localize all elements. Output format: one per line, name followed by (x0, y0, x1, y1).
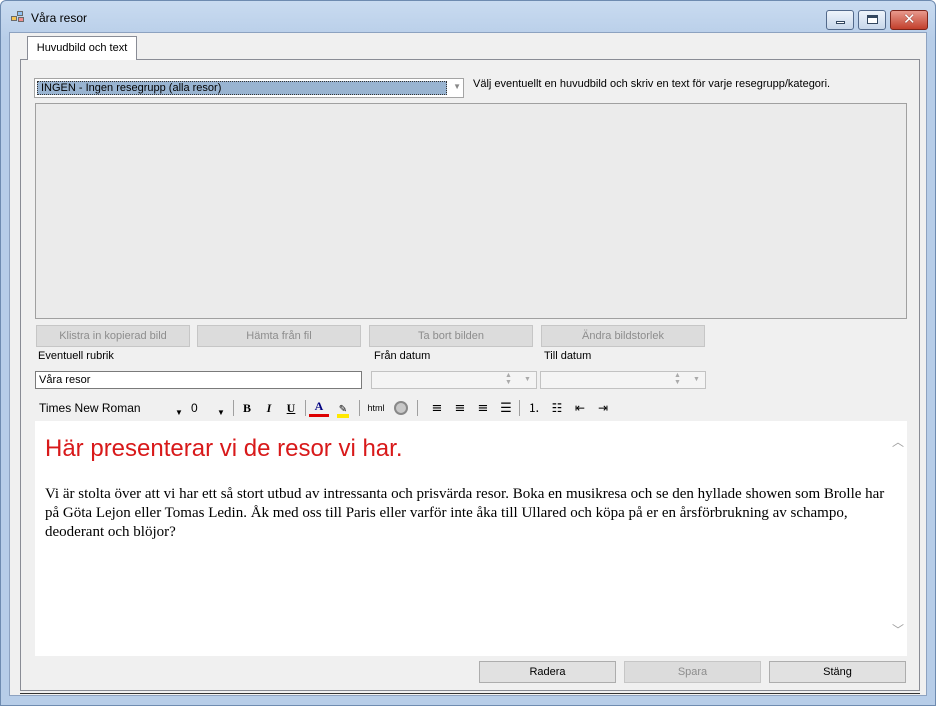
font-color-button[interactable]: A (309, 399, 329, 417)
maximize-icon (867, 15, 878, 24)
app-icon (11, 11, 25, 23)
to-date-label: Till datum (544, 350, 592, 362)
toolbar-separator (233, 400, 234, 416)
font-size-value: 0 (191, 401, 198, 415)
numbered-list-icon: ⒈ (527, 401, 540, 415)
justify-button[interactable]: ☰ (496, 399, 516, 417)
highlight-button[interactable]: ✎ (333, 399, 353, 418)
app-window: Våra resor ✕ Huvudbild och text INGEN - … (0, 0, 936, 706)
client-area: Huvudbild och text INGEN - Ingen resegru… (9, 32, 927, 696)
font-family-select[interactable]: Times New Roman ▼ (35, 398, 185, 418)
chevron-down-icon: ▼ (453, 82, 461, 91)
chevron-down-icon: ▼ (175, 408, 183, 417)
close-window-button[interactable]: ✕ (890, 10, 928, 30)
toolbar-separator (417, 400, 418, 416)
hint-text: Välj eventuellt en huvudbild och skriv e… (473, 78, 831, 90)
window-title: Våra resor (31, 11, 88, 25)
numbered-list-button[interactable]: ⒈ (524, 399, 544, 417)
font-size-select[interactable]: 0 ▼ (187, 398, 229, 418)
remove-image-button[interactable]: Ta bort bilden (369, 325, 533, 347)
outdent-button[interactable]: ⇤ (570, 399, 590, 417)
align-center-button[interactable]: ≡ (450, 399, 470, 417)
align-left-icon: ≡ (431, 401, 443, 416)
scroll-down-icon[interactable]: ﹀ (892, 621, 904, 638)
delete-button[interactable]: Radera (479, 661, 616, 683)
tab-main-image-text[interactable]: Huvudbild och text (27, 36, 137, 60)
main-image-area[interactable] (35, 103, 907, 319)
chevron-down-icon: ▼ (524, 376, 531, 383)
chevron-down-icon: ▼ (217, 408, 225, 417)
load-from-file-button[interactable]: Hämta från fil (197, 325, 361, 347)
to-date-picker[interactable]: ▲ ▼ ▼ (540, 371, 706, 389)
spinner-icon: ▲ ▼ (505, 372, 512, 386)
spinner-icon: ▲ ▼ (674, 372, 681, 386)
font-family-value: Times New Roman (39, 401, 141, 415)
bullet-list-icon: ☷ (551, 401, 563, 415)
bottom-divider (20, 693, 920, 694)
justify-icon: ☰ (500, 401, 512, 416)
editor-body-text: Vi är stolta över att vi har ett så stor… (45, 486, 885, 540)
paste-image-button[interactable]: Klistra in kopierad bild (36, 325, 190, 347)
minimize-button[interactable] (826, 10, 854, 30)
save-button[interactable]: Spara (624, 661, 761, 683)
toolbar-separator (519, 400, 520, 416)
highlighter-icon: ✎ (337, 405, 349, 418)
title-bar[interactable]: Våra resor ✕ (1, 1, 935, 31)
scroll-up-icon[interactable]: ︿ (892, 433, 904, 450)
italic-button[interactable]: I (259, 399, 279, 417)
toolbar-separator (305, 400, 306, 416)
from-date-label: Från datum (374, 350, 431, 362)
resize-image-button[interactable]: Ändra bildstorlek (541, 325, 705, 347)
heading-input[interactable]: Våra resor (35, 371, 362, 389)
close-button[interactable]: Stäng (769, 661, 906, 683)
bullet-list-button[interactable]: ☷ (547, 399, 567, 417)
html-button[interactable]: html (363, 399, 389, 417)
close-icon: ✕ (903, 10, 916, 28)
indent-button[interactable]: ⇥ (593, 399, 613, 417)
chevron-down-icon: ▼ (693, 376, 700, 383)
bold-button[interactable]: B (237, 399, 257, 417)
maximize-button[interactable] (858, 10, 886, 30)
align-right-icon: ≡ (477, 401, 489, 416)
editor-toolbar: Times New Roman ▼ 0 ▼ B I U A ✎ html ≡ ≡ (35, 398, 907, 420)
rich-text-editor[interactable]: Här presenterar vi de resor vi har. Vi ä… (35, 421, 907, 656)
minimize-icon (836, 21, 845, 24)
group-select[interactable]: INGEN - Ingen resegrupp (alla resor) ▼ (34, 78, 464, 98)
indent-icon: ⇥ (597, 401, 609, 415)
align-center-icon: ≡ (454, 401, 466, 416)
from-date-picker[interactable]: ▲ ▼ ▼ (371, 371, 537, 389)
editor-heading: Här presenterar vi de resor vi har. (45, 435, 403, 462)
underline-button[interactable]: U (281, 399, 301, 417)
toolbar-separator (359, 400, 360, 416)
align-left-button[interactable]: ≡ (427, 399, 447, 417)
heading-label: Eventuell rubrik (38, 350, 114, 362)
insert-link-button[interactable] (391, 399, 411, 417)
outdent-icon: ⇤ (574, 401, 586, 415)
group-select-value: INGEN - Ingen resegrupp (alla resor) (37, 81, 447, 95)
align-right-button[interactable]: ≡ (473, 399, 493, 417)
link-icon (394, 401, 408, 415)
